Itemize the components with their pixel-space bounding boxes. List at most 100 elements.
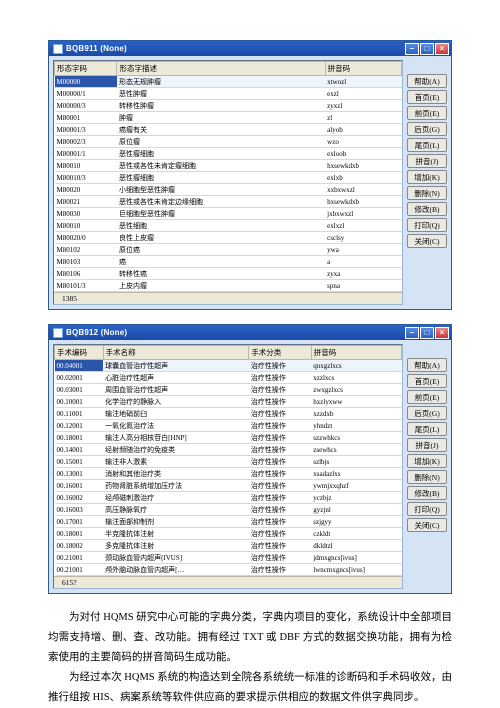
titlebar[interactable]: BQB911 (None) – □ × [49,41,451,56]
table-row[interactable]: M80021恶性或各性未肯定边缘细胞hxsewkdxb [55,196,402,208]
table-cell: wzo [325,136,401,148]
table-row[interactable]: M80010恶性细胞exlxzl [55,220,402,232]
table-cell: jdmxgncs[ivus] [311,552,401,564]
action-button[interactable]: 删除(N) [407,186,447,200]
column-header[interactable]: 形态字描述 [117,62,325,76]
action-button[interactable]: 后页(G) [407,122,447,136]
action-button[interactable]: 打印(Q) [407,218,447,232]
action-button[interactable]: 修改(B) [407,202,447,216]
action-button[interactable]: 首页(E) [407,374,447,388]
table-row[interactable]: 00.17001输注面部抑制剂治疗性操作szjgyy [55,516,402,528]
table-row[interactable]: 00.02001心脏治疗性超声治疗性操作xzzlxcs [55,372,402,384]
action-button[interactable]: 拼音(J) [407,154,447,168]
table-row[interactable]: M80002/3原位瘤wzo [55,136,402,148]
record-count: 615? [54,576,402,588]
window-title: BQB912 (None) [66,328,405,337]
table-cell: xtwozl [325,76,401,88]
table-row[interactable]: M80010/3恶性瘤细胞exlxb [55,172,402,184]
close-button[interactable]: × [435,43,449,55]
table-row[interactable]: 00.10001化学治疗的静脉入治疗性操作hxzlyxww [55,396,402,408]
action-button[interactable]: 关闭(C) [407,518,447,532]
table-row[interactable]: M80001/1恶性瘤细胞exloob [55,148,402,160]
action-button[interactable]: 关闭(C) [407,234,447,248]
table-cell: 经射频随治疗的免疫类 [103,444,249,456]
table-row[interactable]: M80102原位癌ywa [55,244,402,256]
column-header[interactable]: 形态字码 [55,62,117,76]
data-grid[interactable]: 手术编码手术名称手术分类拼音码 00.04001球囊血管治疗性超声治疗性操作qn… [53,344,403,589]
titlebar[interactable]: BQB912 (None) – □ × [49,325,451,340]
table-cell: xzzlxcs [311,372,401,384]
table-cell: 原位瘤 [117,136,325,148]
table-row[interactable]: 00.16002经颅磁刺激治疗治疗性操作yczbjz [55,492,402,504]
table-row[interactable]: 00.16003高压静脉氧疗治疗性操作gyzjnl [55,504,402,516]
table-row[interactable]: 00.21001颅外脑动脉血管内超声[…治疗性操作lwncmxgncs[ivus… [55,564,402,576]
action-button[interactable]: 拼音(J) [407,438,447,452]
maximize-button[interactable]: □ [420,43,434,55]
table-cell: qnxgzlxcs [311,360,401,372]
button-panel: 帮助(A) 首页(E) 前页(E) 后页(G) 尾页(L) 拼音(J) 增加(K) 删除(N)… [407,344,447,589]
action-button[interactable]: 增加(K) [407,454,447,468]
action-button[interactable]: 前页(E) [407,106,447,120]
table-cell: 恶性或各性未肯定边缘细胞 [117,196,325,208]
action-button[interactable]: 帮助(A) [407,358,447,372]
table-cell: M80010/3 [55,172,117,184]
table-row[interactable]: M80030巨细胞型恶性肿瘤jxbxwxzl [55,208,402,220]
table-row[interactable]: M00000形态无规肿瘤xtwozl [55,76,402,88]
action-button[interactable]: 尾页(L) [407,422,447,436]
table-row[interactable]: 00.14001经射频随治疗的免疫类治疗性操作zsewhcs [55,444,402,456]
table-cell: 治疗性操作 [249,528,311,540]
table-row[interactable]: M80001/3癌瘤有关alyob [55,124,402,136]
table-row[interactable]: 00.16001药物肾脏系统增加压疗法治疗性操作ywmjxxqhzf [55,480,402,492]
column-header[interactable]: 手术名称 [103,346,249,360]
close-button[interactable]: × [435,327,449,339]
table-cell: 00.12001 [55,420,104,432]
table-row[interactable]: 00.21001颈动脉血管内超声[IVUS]治疗性操作jdmxgncs[ivus… [55,552,402,564]
table-row[interactable]: 00.12001一氧化氮治疗法治疗性操作yhndzt [55,420,402,432]
table-cell: szlbjs [311,456,401,468]
action-button[interactable]: 修改(B) [407,486,447,500]
minimize-button[interactable]: – [405,43,419,55]
table-row[interactable]: M80020/0良性上皮瘤csclsy [55,232,402,244]
table-cell: zwxgzlxcs [311,384,401,396]
table-cell: M80001/3 [55,124,117,136]
table-cell: 良性上皮瘤 [117,232,325,244]
column-header[interactable]: 手术编码 [55,346,104,360]
maximize-button[interactable]: □ [420,327,434,339]
table-row[interactable]: M00000/1恶性肿瘤exzl [55,88,402,100]
action-button[interactable]: 帮助(A) [407,74,447,88]
table-cell: exlxzl [325,220,401,232]
action-button[interactable]: 打印(Q) [407,502,447,516]
action-button[interactable]: 前页(E) [407,390,447,404]
table-row[interactable]: M80010恶性或各性未肯定瘤细胞hxsewkdxb [55,160,402,172]
action-button[interactable]: 后页(G) [407,406,447,420]
column-header[interactable]: 拼音码 [311,346,401,360]
table-row[interactable]: 00.15001输注非人激素治疗性操作szlbjs [55,456,402,468]
paragraph: 为经过本次 HQMS 系统的构造达到全院各系统统一标准的诊断码和手术码收效，由推… [48,668,452,708]
table-row[interactable]: 00.13001消射和其他治疗类治疗性操作xsadazlxs [55,468,402,480]
table-row[interactable]: M80101/3上皮内瘤spna [55,280,402,292]
table-cell: 治疗性操作 [249,372,311,384]
action-button[interactable]: 首页(E) [407,90,447,104]
table-row[interactable]: M00000/3转移性肿瘤zyxzl [55,100,402,112]
table-row[interactable]: 00.11001输注地硝前臼治疗性操作xzzdxb [55,408,402,420]
table-row[interactable]: 00.04001球囊血管治疗性超声治疗性操作qnxgzlxcs [55,360,402,372]
table-row[interactable]: M80001肿瘤zl [55,112,402,124]
minimize-button[interactable]: – [405,327,419,339]
action-button[interactable]: 尾页(L) [407,138,447,152]
table-row[interactable]: M80020小细胞型恶性肿瘤xxbxwxzl [55,184,402,196]
app-icon [53,328,63,338]
action-button[interactable]: 删除(N) [407,470,447,484]
table-row[interactable]: 00.03001周围血管治疗性超声治疗性操作zwxgzlxcs [55,384,402,396]
column-header[interactable]: 拼音码 [325,62,401,76]
data-grid[interactable]: 形态字码形态字描述拼音码 M00000形态无规肿瘤xtwozlM00000/1恶… [53,60,403,305]
table-row[interactable]: M80103癌a [55,256,402,268]
table-cell: 经颅磁刺激治疗 [103,492,249,504]
table-cell: M80030 [55,208,117,220]
table-row[interactable]: 00.18001输注人高分相核苷白[HNP]治疗性操作szzwhkcs [55,432,402,444]
table-row[interactable]: 00.18001半克隆抗体注射治疗性操作czkldt [55,528,402,540]
table-row[interactable]: M80106转移性癌zyxa [55,268,402,280]
table-cell: 癌瘤有关 [117,124,325,136]
table-row[interactable]: 00.18002多克隆抗体注射治疗性操作dkldtzl [55,540,402,552]
column-header[interactable]: 手术分类 [249,346,311,360]
action-button[interactable]: 增加(K) [407,170,447,184]
